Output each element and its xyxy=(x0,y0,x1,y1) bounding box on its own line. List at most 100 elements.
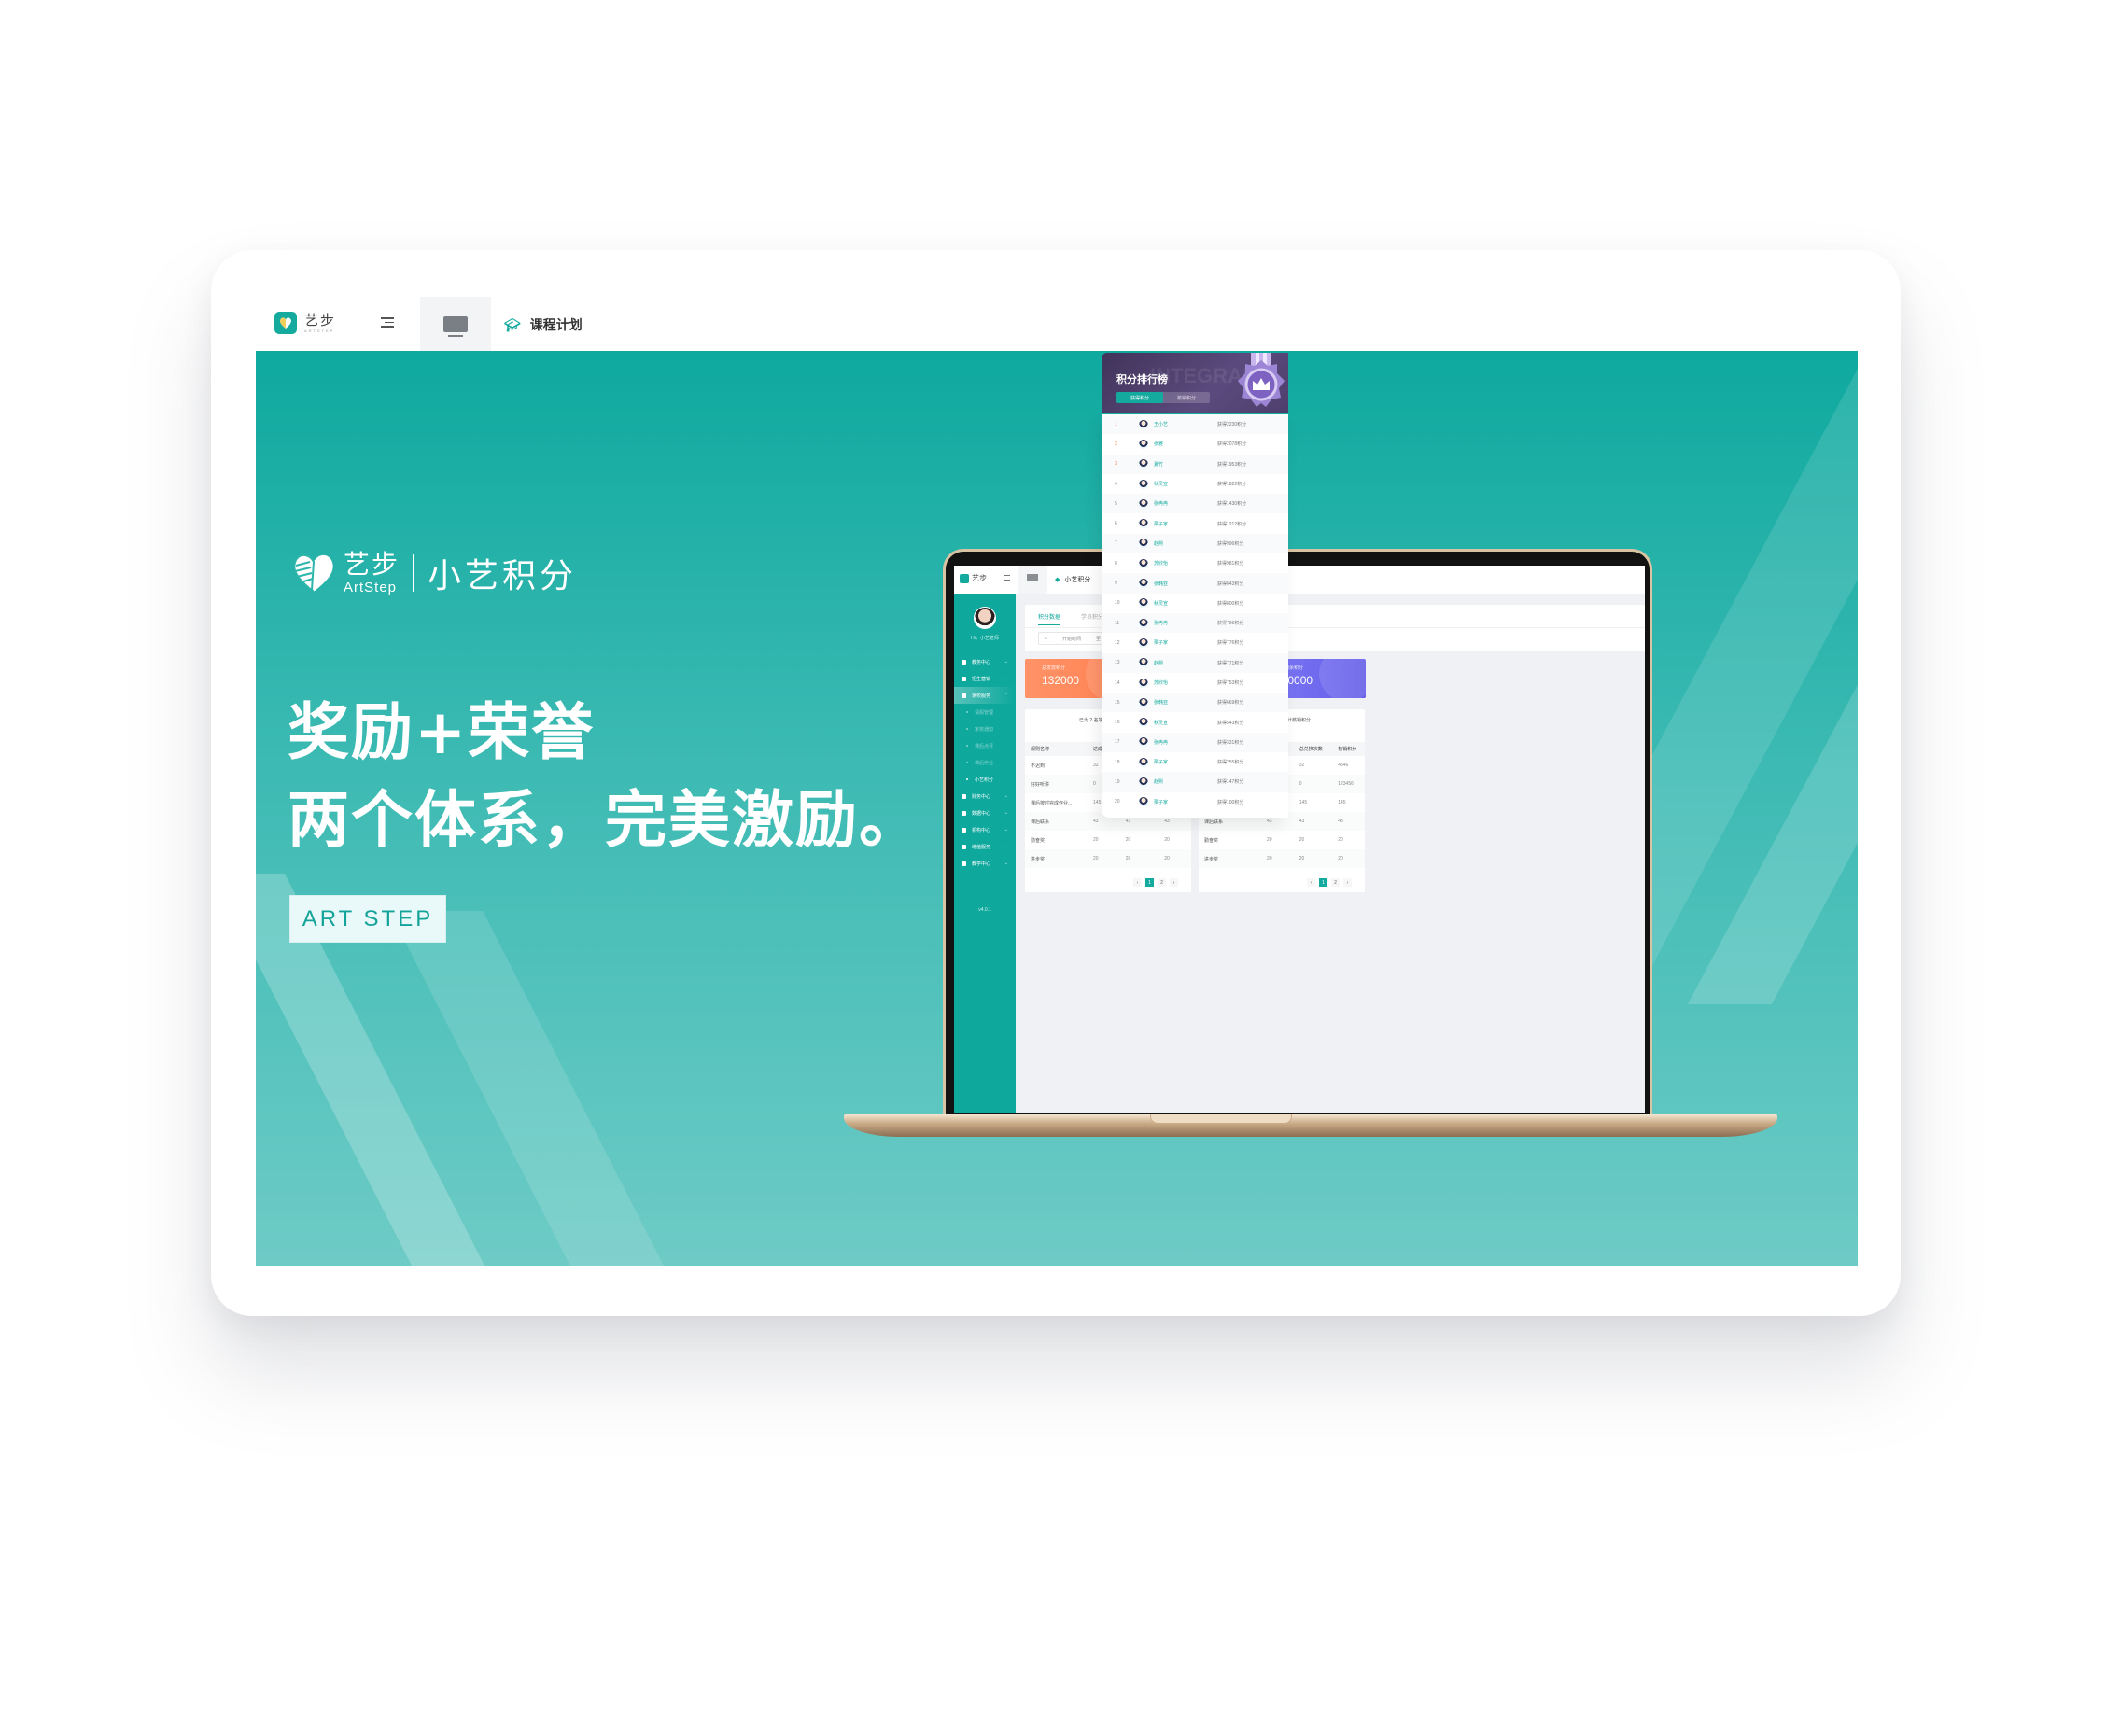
sidebar-subitem-notice[interactable]: 家校通知 xyxy=(954,721,1016,737)
dashboard-monitor-button[interactable] xyxy=(420,297,491,351)
student-name[interactable]: 张冉冉 xyxy=(1154,500,1210,507)
leaderboard-row[interactable]: 16 秋灵宣 获得543积分 xyxy=(1102,712,1288,732)
sidebar-subitem-label: 课后作业 xyxy=(975,760,994,766)
breadcrumb-item[interactable]: 课程计划 xyxy=(530,315,583,334)
app-logo[interactable]: 艺步 ARTSTEP xyxy=(274,312,336,334)
student-avatar xyxy=(1139,697,1148,707)
sidebar-subitem-leave[interactable]: 请假管理 xyxy=(954,704,1016,721)
leaderboard-row[interactable]: 17 张冉冉 获得331积分 xyxy=(1102,732,1288,753)
leaderboard-row[interactable]: 7 赵熙 获得996积分 xyxy=(1102,533,1288,554)
student-name[interactable]: 秋灵宣 xyxy=(1154,600,1210,607)
column-header[interactable]: 核销积分 xyxy=(1332,742,1365,756)
leaderboard-row[interactable]: 8 苏欣怡 获得981积分 xyxy=(1102,553,1288,573)
student-name[interactable]: 苏欣怡 xyxy=(1154,560,1210,567)
tab-points-data[interactable]: 积分数据 xyxy=(1038,612,1061,625)
rank-number: 14 xyxy=(1115,679,1120,686)
student-points: 获得796积分 xyxy=(1217,621,1244,627)
student-name[interactable]: 栗子家 xyxy=(1154,759,1210,765)
student-name[interactable]: 苏欣怡 xyxy=(1154,679,1210,686)
page-button[interactable]: 1 xyxy=(1319,878,1327,887)
table-cell: 20 xyxy=(1164,837,1170,843)
column-header[interactable]: 总兑换次数 xyxy=(1293,742,1333,756)
leaderboard-row[interactable]: 4 秋灵宣 获得1822积分 xyxy=(1102,474,1288,494)
bullet-icon xyxy=(966,762,968,763)
sidebar-item-value-added[interactable]: 增值服务 ⌄ xyxy=(954,838,1016,855)
student-name[interactable]: 张韩亚 xyxy=(1154,581,1210,587)
student-name[interactable]: 张冉冉 xyxy=(1154,739,1210,746)
sidebar-item-teaching[interactable]: 教学中心 ⌄ xyxy=(954,855,1016,872)
student-name[interactable]: 秋灵宣 xyxy=(1154,481,1210,487)
sidebar-subitem-homework[interactable]: 课后作业 xyxy=(954,754,1016,771)
sidebar-item-academic[interactable]: 教务中心 ⌄ xyxy=(954,653,1016,670)
student-name[interactable]: 张雅 xyxy=(1154,441,1210,447)
hero-banner: 艺步 ArtStep 小艺积分 奖励+荣誉 两个体系，完美激励。 ART STE… xyxy=(256,351,1858,1266)
heart-icon xyxy=(962,693,966,698)
leaderboard-row[interactable]: 19 赵熙 获得147积分 xyxy=(1102,772,1288,792)
table-cell: 好好听讲 xyxy=(1025,775,1088,793)
sidebar-subitem-points[interactable]: 小艺积分 xyxy=(954,771,1016,788)
table-cell: 20 xyxy=(1293,849,1333,868)
menu-toggle-icon[interactable] xyxy=(1004,575,1010,581)
student-points: 获得255积分 xyxy=(1217,760,1244,766)
dashboard-monitor-button[interactable] xyxy=(1018,566,1047,594)
next-page-button[interactable]: › xyxy=(1343,878,1352,887)
next-page-button[interactable]: › xyxy=(1170,878,1178,887)
prev-page-button[interactable]: ‹ xyxy=(1307,878,1315,887)
leaderboard-row[interactable]: 11 张冉冉 获得796积分 xyxy=(1102,612,1288,634)
student-points: 获得1430积分 xyxy=(1217,501,1247,508)
diamond-icon xyxy=(962,844,966,849)
student-name[interactable]: 张冉冉 xyxy=(1154,620,1210,626)
column-header[interactable]: 规则名称 xyxy=(1025,742,1088,756)
page-button[interactable]: 1 xyxy=(1145,878,1154,887)
leaderboard-row[interactable]: 2 张雅 获得2078积分 xyxy=(1102,434,1288,454)
student-name[interactable]: 张韩亚 xyxy=(1154,699,1210,706)
student-avatar xyxy=(1139,558,1148,568)
leaderboard-row[interactable]: 5 张冉冉 获得1430积分 xyxy=(1102,494,1288,514)
student-name[interactable]: 赵熙 xyxy=(1154,778,1210,785)
student-name[interactable]: 秋灵宣 xyxy=(1154,720,1210,726)
leaderboard-row[interactable]: 20 栗子家 获得100积分 xyxy=(1102,792,1288,812)
student-name[interactable]: 栗子家 xyxy=(1154,521,1210,527)
student-avatar xyxy=(1139,658,1148,668)
rank-number: 7 xyxy=(1115,540,1117,547)
student-avatar xyxy=(1139,479,1148,489)
rank-number: 20 xyxy=(1115,799,1120,805)
leaderboard-toggle: 获得积分 核销积分 xyxy=(1116,392,1210,403)
leaderboard-row[interactable]: 10 秋灵宣 获得800积分 xyxy=(1102,594,1288,613)
leaderboard-row[interactable]: 6 栗子家 获得1212积分 xyxy=(1102,513,1288,533)
student-name[interactable]: 夏竹 xyxy=(1154,461,1210,468)
page-button[interactable]: 2 xyxy=(1158,878,1166,887)
sidebar-item-org[interactable]: 机构中心 ⌄ xyxy=(954,821,1016,838)
menu-toggle-icon[interactable] xyxy=(381,317,394,329)
leaderboard-row[interactable]: 13 赵熙 获得771积分 xyxy=(1102,652,1288,673)
sidebar-item-enrollment[interactable]: 招生营销 ⌄ xyxy=(954,670,1016,687)
user-avatar[interactable] xyxy=(974,607,996,629)
sidebar-subitem-review[interactable]: 课后点评 xyxy=(954,737,1016,754)
app-logo[interactable]: 艺步 xyxy=(960,573,987,583)
leaderboard-row[interactable]: 15 张韩亚 获得669积分 xyxy=(1102,693,1288,713)
table-cell: 不迟到 xyxy=(1031,763,1046,769)
page-button[interactable]: 2 xyxy=(1331,878,1340,887)
toggle-earned-points[interactable]: 获得积分 xyxy=(1116,392,1163,403)
student-name[interactable]: 栗子家 xyxy=(1154,799,1210,805)
toggle-redeemed-points[interactable]: 核销积分 xyxy=(1163,392,1210,403)
student-name[interactable]: 赵熙 xyxy=(1154,660,1210,666)
sidebar-item-home-school[interactable]: 家校服务 ⌃ xyxy=(954,687,1016,704)
sidebar-item-label: 招生营销 xyxy=(972,676,991,682)
leaderboard-row[interactable]: 12 栗子家 获得776积分 xyxy=(1102,633,1288,652)
tab-student-points[interactable]: 学员积分 xyxy=(1081,612,1103,625)
start-date-input[interactable]: 开始时间 xyxy=(1062,636,1081,642)
student-name[interactable]: 赵熙 xyxy=(1154,540,1210,547)
student-name[interactable]: 王小艺 xyxy=(1154,421,1210,427)
leaderboard-row[interactable]: 1 王小艺 获得2230积分 xyxy=(1102,414,1288,435)
student-name[interactable]: 栗子家 xyxy=(1154,639,1210,646)
prev-page-button[interactable]: ‹ xyxy=(1133,878,1142,887)
student-avatar xyxy=(1139,797,1148,807)
sidebar-item-finance[interactable]: 财务中心 ⌄ xyxy=(954,788,1016,805)
leaderboard-row[interactable]: 9 张韩亚 获得843积分 xyxy=(1102,573,1288,594)
leaderboard-row[interactable]: 18 栗子家 获得255积分 xyxy=(1102,752,1288,772)
leaderboard-row[interactable]: 3 夏竹 获得1953积分 xyxy=(1102,454,1288,474)
leaderboard-row[interactable]: 14 苏欣怡 获得753积分 xyxy=(1102,673,1288,693)
art-step-button[interactable]: ART STEP xyxy=(289,895,446,943)
sidebar-item-data[interactable]: 数据中心 ⌄ xyxy=(954,805,1016,821)
